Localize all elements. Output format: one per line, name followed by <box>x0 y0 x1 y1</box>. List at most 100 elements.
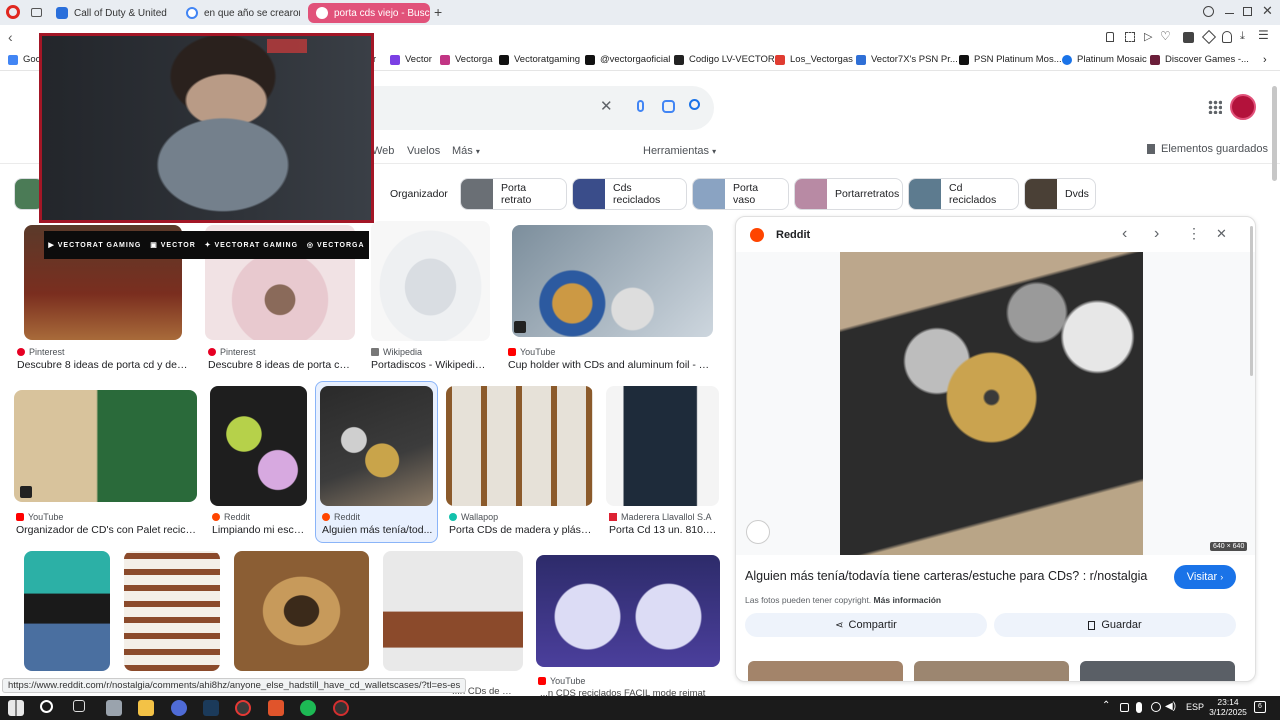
new-tab-button[interactable]: + <box>434 4 442 20</box>
more-options-icon[interactable]: ⋮ <box>1187 225 1201 242</box>
chip[interactable]: Dvds <box>1024 178 1096 210</box>
snapshot-icon[interactable] <box>1125 32 1135 42</box>
bookmark-item[interactable]: @vectorgaoficial <box>585 54 670 65</box>
start-icon[interactable] <box>8 700 24 716</box>
result-image[interactable] <box>320 386 433 506</box>
panel-scrollbar[interactable] <box>1250 226 1253 376</box>
minimize-icon[interactable] <box>1225 13 1234 14</box>
preview-title[interactable]: Alguien más tenía/todavía tiene carteras… <box>745 569 1147 583</box>
result-image[interactable] <box>606 386 719 506</box>
page-scrollbar[interactable] <box>1272 86 1277 181</box>
chip[interactable]: Porta retrato <box>460 178 567 210</box>
tab-call-of-duty[interactable]: Call of Duty & United Offe <box>48 3 170 23</box>
preview-image[interactable] <box>840 252 1143 555</box>
share-button[interactable]: ⋖ Compartir <box>745 613 987 637</box>
result-image[interactable] <box>234 551 369 671</box>
widgets-icon[interactable] <box>106 700 122 716</box>
result-title[interactable]: Limpiando mi escri... <box>212 524 307 536</box>
tools-button[interactable]: Herramientas ▾ <box>643 145 716 157</box>
tray-app-icon[interactable] <box>1120 703 1129 712</box>
lens-search-icon[interactable] <box>662 100 675 113</box>
clear-search-icon[interactable]: ✕ <box>600 97 613 115</box>
opera-gx-icon[interactable] <box>235 700 251 716</box>
result-image[interactable] <box>210 386 307 506</box>
volume-icon[interactable]: ◀) <box>1165 701 1176 712</box>
brave-icon[interactable] <box>268 700 284 716</box>
result-title[interactable]: Organizador de CD's con Palet recicla... <box>16 524 196 536</box>
result-image[interactable] <box>124 551 220 671</box>
visit-button[interactable]: Visitar › <box>1174 565 1236 589</box>
tab-active-search[interactable]: porta cds viejo - Buscar <box>308 3 430 23</box>
download-icon[interactable]: ⤓ <box>1240 30 1245 43</box>
result-title[interactable]: Cup holder with CDs and aluminum foil - … <box>508 359 713 371</box>
more-info-link[interactable]: Más información <box>874 595 942 605</box>
bookmark-item[interactable]: Vector7X's PSN Pr... <box>856 54 958 65</box>
result-image[interactable] <box>14 390 197 502</box>
language-indicator[interactable]: ESP <box>1186 702 1204 712</box>
heart-icon[interactable]: ♡ <box>1160 29 1171 43</box>
result-title[interactable]: Porta CDs de madera y plástic... <box>449 524 594 536</box>
close-preview-icon[interactable]: ✕ <box>1216 226 1227 242</box>
previous-image-icon[interactable]: ‹ <box>1122 225 1127 243</box>
chip[interactable]: Cd reciclados <box>908 178 1019 210</box>
notifications-icon[interactable]: 6 <box>1254 701 1266 713</box>
nav-mas[interactable]: Más ▾ <box>452 145 480 157</box>
bookmarks-overflow-icon[interactable]: › <box>1263 54 1267 66</box>
chip[interactable]: Portarretratos <box>794 178 903 210</box>
close-window-icon[interactable]: ✕ <box>1262 3 1273 19</box>
bookmark-item[interactable]: Discover Games -... <box>1150 54 1249 65</box>
microphone-icon[interactable] <box>1136 702 1142 713</box>
result-title[interactable]: Descubre 8 ideas de porta cd y... <box>208 359 353 371</box>
profile-icon[interactable] <box>1222 31 1232 43</box>
result-image[interactable] <box>512 225 713 337</box>
steam-icon[interactable] <box>203 700 219 716</box>
bookmark-item[interactable]: PSN Platinum Mos... <box>959 54 1062 65</box>
chip[interactable]: Cds reciclados <box>572 178 687 210</box>
tab-island-icon[interactable] <box>31 8 42 17</box>
extensions-icon[interactable] <box>1201 29 1217 45</box>
vpn-icon[interactable] <box>1183 32 1194 43</box>
nav-web[interactable]: Web <box>372 145 394 157</box>
apps-grid-icon[interactable] <box>1208 100 1222 114</box>
lens-search-icon[interactable] <box>746 520 770 544</box>
menu-icon[interactable]: ☰ <box>1258 28 1269 42</box>
avatar[interactable] <box>1230 94 1256 120</box>
bookmark-item[interactable]: Vector <box>390 54 432 65</box>
save-button[interactable]: Guardar <box>994 613 1236 637</box>
search-input[interactable]: ✕ <box>370 86 714 130</box>
result-image[interactable] <box>446 386 593 506</box>
bookmark-item[interactable]: Codigo LV-VECTOR <box>674 54 775 65</box>
chip[interactable]: Organizador <box>375 178 455 210</box>
task-view-icon[interactable] <box>73 700 85 712</box>
next-image-icon[interactable]: › <box>1154 225 1159 243</box>
nav-vuelos[interactable]: Vuelos <box>407 145 440 157</box>
bookmark-item[interactable]: Los_Vectorgas <box>775 54 853 65</box>
tab-search-history[interactable]: en que año se crearon lo <box>178 3 300 23</box>
result-title[interactable]: Portadiscos - Wikipedia, l... <box>371 359 491 371</box>
obs-icon[interactable] <box>333 700 349 716</box>
related-image[interactable] <box>1080 661 1235 681</box>
result-title[interactable]: Descubre 8 ideas de porta cd y decor... <box>17 359 192 371</box>
result-image[interactable] <box>24 551 110 671</box>
result-image[interactable] <box>536 555 720 667</box>
file-explorer-icon[interactable] <box>138 700 154 716</box>
related-image[interactable] <box>914 661 1069 681</box>
voice-search-icon[interactable] <box>637 100 644 112</box>
opera-logo-icon[interactable] <box>6 5 20 19</box>
bookmark-item[interactable]: Vectoratgaming <box>499 54 580 65</box>
bookmark-page-icon[interactable] <box>1106 32 1114 42</box>
tray-app-icon[interactable] <box>1151 702 1161 712</box>
send-icon[interactable]: ▷ <box>1144 30 1152 43</box>
search-icon[interactable] <box>40 700 53 713</box>
tray-chevron-icon[interactable]: ⌃ <box>1102 700 1110 711</box>
result-title[interactable]: Porta Cd 13 un. 810.6... <box>609 524 719 536</box>
bookmark-item[interactable]: Platinum Mosaic <box>1062 54 1147 65</box>
clock[interactable]: 23:14 3/12/2025 <box>1205 697 1251 717</box>
restore-icon[interactable] <box>1243 7 1252 16</box>
preview-source[interactable]: Reddit <box>776 229 810 241</box>
result-image[interactable] <box>383 551 523 671</box>
saved-items-link[interactable]: Elementos guardados <box>1147 143 1268 155</box>
search-icon[interactable] <box>689 99 700 110</box>
tab-search-icon[interactable] <box>1203 6 1214 17</box>
bookmark-item[interactable]: Vectorga <box>440 54 493 65</box>
